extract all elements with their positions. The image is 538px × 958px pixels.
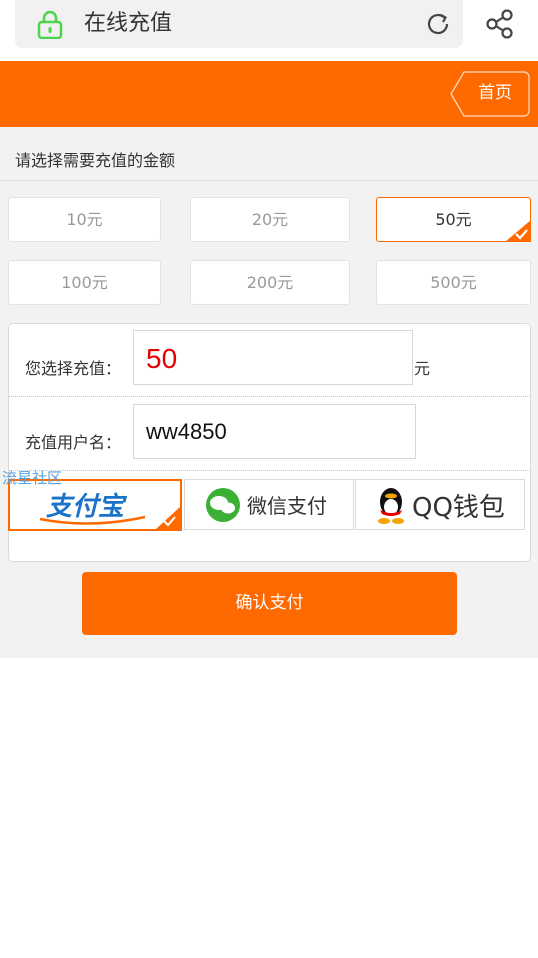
amount-option-100[interactable]: 100元 [8, 260, 161, 305]
payment-qq[interactable]: QQ钱包 [355, 479, 525, 530]
page-title: 在线充值 [84, 11, 173, 36]
section-title: 请选择需要充值的金额 [15, 151, 176, 170]
app-header: 首页 [0, 61, 538, 127]
amount-field[interactable]: 50 [133, 330, 413, 385]
home-label: 首页 [478, 83, 512, 103]
lock-icon [37, 10, 63, 39]
checkmark-icon [505, 220, 531, 242]
amount-label: 您选择充值： [25, 359, 122, 378]
amount-option-200[interactable]: 200元 [190, 260, 350, 305]
wechat-logo-icon: 微信支付 [206, 488, 327, 522]
amount-unit: 元 [414, 359, 431, 378]
watermark: 流星社区 [2, 469, 63, 487]
alipay-logo-icon: 支付宝 [39, 492, 180, 529]
username-label: 充值用户名： [25, 433, 122, 452]
amount-option-label: 50元 [435, 210, 472, 229]
address-bar[interactable]: 在线充值 [15, 0, 463, 48]
alipay-label: 支付宝 [46, 492, 128, 522]
confirm-pay-button[interactable]: 确认支付 [82, 572, 457, 635]
username-field[interactable]: ww4850 [133, 404, 416, 459]
amount-option-50[interactable]: 50元 [376, 197, 531, 242]
amount-value: 50 [146, 343, 178, 374]
amount-option-500[interactable]: 500元 [376, 260, 531, 305]
divider [9, 470, 530, 471]
payment-wechat[interactable]: 微信支付 [184, 479, 354, 530]
qq-penguin-icon: QQ钱包 [378, 488, 505, 524]
divider [0, 180, 538, 181]
divider [9, 396, 530, 397]
amount-option-20[interactable]: 20元 [190, 197, 350, 242]
qq-label: QQ钱包 [412, 493, 505, 523]
refresh-icon[interactable] [424, 10, 452, 38]
browser-bar: 在线充值 [0, 0, 538, 61]
share-icon[interactable] [485, 8, 515, 40]
wechat-label: 微信支付 [247, 494, 327, 518]
recharge-panel: 请选择需要充值的金额 10元 20元 50元 100元 200元 500元 您选… [0, 127, 538, 658]
username-value: ww4850 [146, 419, 227, 444]
amount-option-10[interactable]: 10元 [8, 197, 161, 242]
home-button[interactable]: 首页 [450, 71, 530, 117]
